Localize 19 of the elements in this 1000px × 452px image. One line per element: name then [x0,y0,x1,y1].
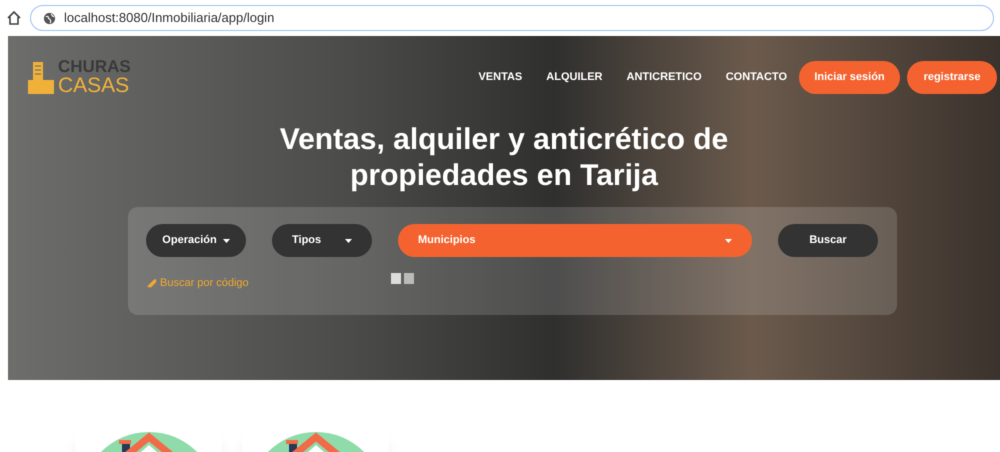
dropdown-button[interactable]: Tipos [272,224,372,257]
globe-icon [43,12,56,24]
address-bar[interactable]: localhost:8080/Inmobiliaria/app/login [30,5,994,31]
caret-icon [725,238,732,242]
nav-link[interactable]: VENTAS [478,69,522,86]
thumbnail-icon [404,272,414,284]
caret-icon [222,238,230,242]
home-icon[interactable] [6,10,22,26]
url-text: localhost:8080/Inmobiliaria/app/login [64,9,274,28]
nav-link[interactable]: CONTACTO [726,69,787,86]
dropdown-button[interactable]: Operación [146,224,246,257]
logo-text: CASAS [58,75,130,96]
caret-icon [345,238,352,242]
search-button[interactable]: Buscar [778,224,878,257]
nav-link[interactable]: ANTICRETICO [626,69,702,86]
hero-title: Ventas, alquiler y anticrético de propiedades en Tarija [278,122,730,194]
thumbnail-icon [390,272,401,284]
nav-link[interactable]: ALQUILER [546,69,603,86]
building-logo-icon [28,60,54,94]
